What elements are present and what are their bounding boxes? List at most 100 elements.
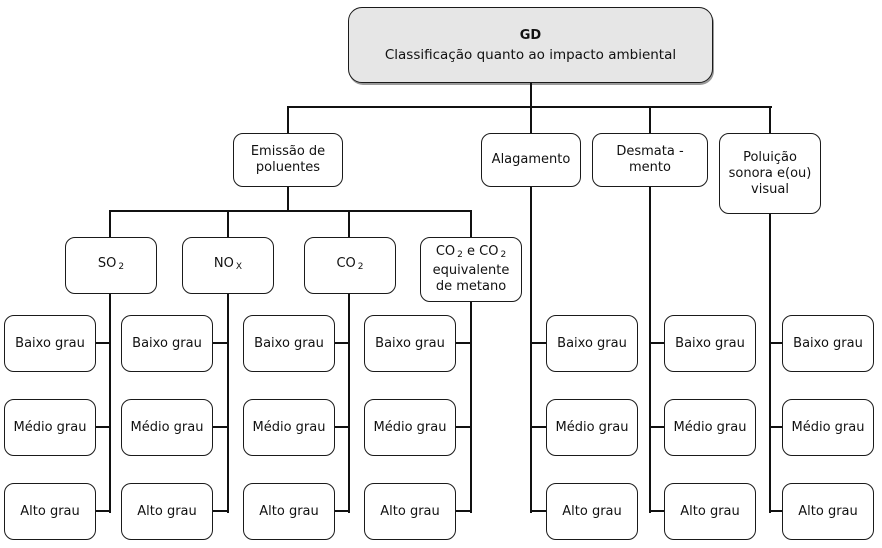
connector xyxy=(530,426,546,428)
connector xyxy=(530,510,546,512)
pollutant-nox: NO X xyxy=(182,237,274,294)
connector xyxy=(769,106,771,133)
category-label-line: Poluição xyxy=(743,149,797,165)
pollutant-label: CO 2 xyxy=(336,256,364,272)
impact-level-label: Alto grau xyxy=(680,503,740,519)
impact-level-label: Baixo grau xyxy=(793,335,863,351)
connector xyxy=(212,510,228,512)
pollutant-co2-equivalente-metano: CO 2 e CO 2 equivalente de metano xyxy=(420,237,522,302)
connector xyxy=(227,210,229,237)
connector xyxy=(649,106,651,133)
connector xyxy=(334,426,349,428)
impact-level-nox-baixo: Baixo grau xyxy=(121,315,213,372)
impact-level-desmatamento-medio: Médio grau xyxy=(664,399,756,456)
impact-level-nox-medio: Médio grau xyxy=(121,399,213,456)
connector xyxy=(95,342,110,344)
connector xyxy=(470,210,472,237)
category-emissao-poluentes: Emissão de poluentes xyxy=(233,133,343,187)
category-label-line: Alagamento xyxy=(491,152,571,167)
category-label-line: sonora e(ou) xyxy=(728,165,812,181)
root-node: GD Classificação quanto ao impacto ambie… xyxy=(348,7,713,83)
impact-level-label: Baixo grau xyxy=(254,335,324,351)
impact-level-so2-alto: Alto grau xyxy=(4,483,96,540)
impact-level-alagamento-alto: Alto grau xyxy=(546,483,638,540)
pollutant-label: NO X xyxy=(213,256,243,272)
category-desmatamento: Desmata - mento xyxy=(592,133,708,187)
impact-level-label: Médio grau xyxy=(555,419,629,435)
connector xyxy=(95,426,110,428)
connector xyxy=(769,426,783,428)
connector xyxy=(227,294,229,513)
connector xyxy=(109,210,111,237)
impact-level-label: Médio grau xyxy=(13,419,87,435)
impact-level-label: Médio grau xyxy=(791,419,865,435)
impact-level-label: Baixo grau xyxy=(375,335,445,351)
pollutant-label-line: equivalente xyxy=(432,263,510,278)
impact-level-label: Alto grau xyxy=(380,503,440,519)
category-poluicao-sonora-visual: Poluição sonora e(ou) visual xyxy=(719,133,821,214)
category-alagamento: Alagamento xyxy=(481,133,581,187)
connector xyxy=(334,342,349,344)
pollutant-so2: SO 2 xyxy=(65,237,157,294)
impact-level-nox-alto: Alto grau xyxy=(121,483,213,540)
connector xyxy=(334,510,349,512)
connector xyxy=(348,210,350,237)
impact-level-desmatamento-baixo: Baixo grau xyxy=(664,315,756,372)
connector xyxy=(455,510,471,512)
impact-level-poluicao-sonora-alto: Alto grau xyxy=(782,483,874,540)
connector xyxy=(649,187,651,513)
connector xyxy=(769,214,771,513)
impact-level-so2-medio: Médio grau xyxy=(4,399,96,456)
connector xyxy=(649,510,664,512)
category-label-line: poluentes xyxy=(255,160,321,175)
connector xyxy=(109,294,111,513)
impact-level-co2-equivalente-medio: Médio grau xyxy=(364,399,456,456)
impact-level-co2-baixo: Baixo grau xyxy=(243,315,335,372)
connector xyxy=(769,510,783,512)
category-label-line: mento xyxy=(629,160,671,175)
impact-level-label: Alto grau xyxy=(20,503,80,519)
category-label-line: visual xyxy=(751,181,789,197)
impact-level-poluicao-sonora-medio: Médio grau xyxy=(782,399,874,456)
connector xyxy=(287,187,289,212)
connector xyxy=(109,210,472,212)
impact-level-label: Baixo grau xyxy=(132,335,202,351)
impact-level-alagamento-baixo: Baixo grau xyxy=(546,315,638,372)
connector xyxy=(530,342,546,344)
category-label-line: Emissão de xyxy=(250,144,326,159)
connector xyxy=(212,426,228,428)
connector xyxy=(287,106,289,133)
connector xyxy=(95,510,110,512)
pollutant-label-line: CO 2 e CO 2 xyxy=(435,244,507,260)
impact-level-label: Baixo grau xyxy=(15,335,85,351)
impact-level-label: Médio grau xyxy=(673,419,747,435)
connector xyxy=(769,342,783,344)
connector xyxy=(470,302,472,513)
impact-level-label: Baixo grau xyxy=(675,335,745,351)
impact-level-desmatamento-alto: Alto grau xyxy=(664,483,756,540)
impact-level-co2-alto: Alto grau xyxy=(243,483,335,540)
category-label-line: Desmata - xyxy=(616,144,684,159)
impact-level-so2-baixo: Baixo grau xyxy=(4,315,96,372)
pollutant-co2: CO 2 xyxy=(304,237,396,294)
impact-level-label: Alto grau xyxy=(259,503,319,519)
connector xyxy=(530,106,532,133)
impact-level-label: Alto grau xyxy=(562,503,622,519)
impact-level-label: Alto grau xyxy=(137,503,197,519)
connector xyxy=(530,83,532,108)
impact-level-co2-medio: Médio grau xyxy=(243,399,335,456)
impact-level-label: Médio grau xyxy=(373,419,447,435)
connector xyxy=(455,426,471,428)
impact-level-alagamento-medio: Médio grau xyxy=(546,399,638,456)
pollutant-label: SO 2 xyxy=(97,256,125,272)
impact-level-label: Médio grau xyxy=(130,419,204,435)
impact-level-label: Alto grau xyxy=(798,503,858,519)
impact-level-co2-equivalente-alto: Alto grau xyxy=(364,483,456,540)
root-title: GD xyxy=(519,27,542,43)
connector xyxy=(455,342,471,344)
connector xyxy=(649,426,664,428)
pollutant-label-line: de metano xyxy=(435,279,507,294)
connector xyxy=(212,342,228,344)
connector xyxy=(530,187,532,513)
connector xyxy=(649,342,664,344)
